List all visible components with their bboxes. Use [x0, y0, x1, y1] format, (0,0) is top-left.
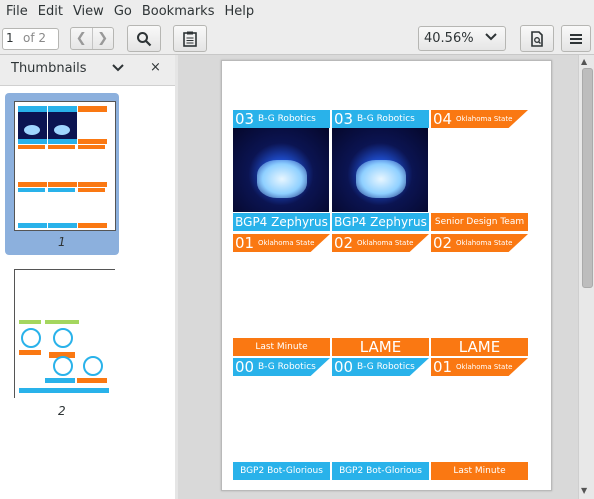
current-page: 1: [6, 31, 14, 45]
menu-bar: File Edit View Go Bookmarks Help: [0, 0, 594, 22]
label-tile: BGP2 Bot-Glorious: [332, 462, 429, 480]
close-icon[interactable]: ×: [150, 60, 161, 75]
previous-page-button[interactable]: ❮: [71, 28, 93, 49]
label-tile: LAME: [431, 338, 528, 356]
chevron-right-icon: ❯: [97, 31, 109, 46]
label-tile: BGP4 Zephyrus: [233, 213, 330, 231]
menu-go[interactable]: Go: [109, 4, 137, 19]
hamburger-menu-icon: [570, 33, 582, 44]
label-tile: 00 B-G Robotics: [332, 358, 429, 376]
zoom-value: 40.56%: [424, 31, 474, 46]
label-tile: Senior Design Team: [431, 213, 528, 231]
page-1-preview: [18, 106, 107, 228]
label-tile: 00 B-G Robotics: [233, 358, 330, 376]
next-page-button[interactable]: ❯: [93, 28, 114, 49]
label-tile: 03 B-G Robotics: [233, 110, 330, 128]
menu-file[interactable]: File: [0, 4, 33, 19]
label-tile: Last Minute Assembly: [431, 462, 528, 480]
document-icon: [531, 30, 543, 47]
page-2-preview: [19, 320, 109, 393]
menu-view[interactable]: View: [68, 4, 109, 19]
chevron-down-icon: [485, 33, 497, 41]
label-tile: 02 Oklahoma State: [332, 234, 429, 252]
search-button[interactable]: [127, 25, 161, 52]
sidebar: Thumbnails × 1 2: [0, 55, 176, 499]
page-nav: ❮ ❯: [70, 27, 114, 50]
robot-glow: [257, 160, 307, 198]
chevron-left-icon: ❮: [75, 31, 87, 46]
scrollbar-thumb[interactable]: [582, 68, 593, 288]
menu-bookmarks[interactable]: Bookmarks: [137, 4, 220, 19]
label-tile: LAME: [332, 338, 429, 356]
thumbnail-label-2: 2: [58, 404, 66, 418]
label-tile: 02 Oklahoma State: [431, 234, 528, 252]
scroll-up-icon[interactable]: ▲: [581, 57, 587, 66]
annotations-button[interactable]: [173, 25, 207, 52]
scroll-down-icon[interactable]: ▼: [581, 486, 587, 495]
label-tile: 03 B-G Robotics: [332, 110, 429, 128]
toolbar: 1 of 2 ❮ ❯ 40.56%: [0, 22, 594, 55]
label-tile: 01 Oklahoma State: [233, 234, 330, 252]
label-tile: 01 Oklahoma State: [431, 358, 528, 376]
menu-help[interactable]: Help: [219, 4, 259, 19]
main-menu-button[interactable]: [561, 25, 591, 52]
label-tile: 04 Oklahoma State: [431, 110, 528, 128]
clipboard-icon: [183, 31, 197, 47]
robot-photo: [233, 128, 329, 212]
menu-edit[interactable]: Edit: [33, 4, 68, 19]
thumbnail-page-2[interactable]: [14, 269, 115, 398]
search-icon: [137, 31, 152, 46]
page-count: of 2: [23, 31, 47, 45]
sidebar-title: Thumbnails: [11, 61, 87, 76]
label-tile: BGP4 Zephyrus: [332, 213, 429, 231]
zoom-select[interactable]: 40.56%: [418, 26, 506, 51]
chevron-down-icon[interactable]: [112, 63, 124, 73]
label-tile: Last Minute Assembly: [233, 338, 330, 356]
thumbnail-page-1[interactable]: [14, 101, 116, 231]
robot-glow: [356, 160, 406, 198]
document-page: 03 B-G Robotics 03 B-G Robotics 04 Oklahoma…: [221, 60, 552, 491]
robot-photo: [332, 128, 428, 212]
label-tile: BGP2 Bot-Glorious: [233, 462, 330, 480]
thumbnail-label-1: 1: [58, 235, 66, 249]
page-number-input[interactable]: 1 of 2: [2, 28, 59, 50]
sidebar-header: Thumbnails ×: [0, 55, 175, 86]
document-properties-button[interactable]: [520, 25, 554, 52]
vertical-scrollbar[interactable]: ▲ ▼: [578, 55, 594, 499]
document-view: 03 B-G Robotics 03 B-G Robotics 04 Oklahoma…: [178, 55, 578, 499]
